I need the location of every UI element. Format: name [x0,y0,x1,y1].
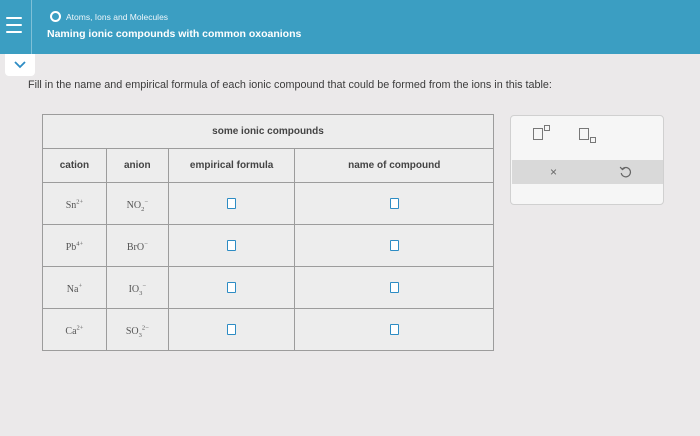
cation-charge: + [78,282,83,290]
column-header-anion: anion [105,148,169,183]
cation-charge: 4+ [76,240,84,248]
page-title: Naming ionic compounds with common oxoan… [47,28,302,40]
anion-subscript: 2 [141,205,145,213]
formula-toolbar: × [510,115,664,205]
undo-icon[interactable] [619,165,632,178]
cation-cell: Sn2+ [42,182,107,225]
cation-cell: Ca2+ [42,308,107,351]
formula-input[interactable] [227,239,237,251]
instructions-text: Fill in the name and empirical formula o… [28,79,552,91]
anion-charge: 2− [141,324,149,332]
formula-cell [167,182,296,225]
anion-cell: IO3− [105,266,169,309]
column-header-formula: empirical formula [167,148,296,183]
anion-charge: − [142,282,147,290]
anion-charge: − [144,240,148,248]
name-input[interactable] [389,323,399,335]
name-cell [294,266,494,309]
name-input[interactable] [389,239,399,251]
cation-symbol: Ca [65,325,77,337]
topic-row: Atoms, Ions and Molecules [50,11,168,22]
name-input[interactable] [389,197,399,209]
subscript-index-icon [590,137,596,143]
cation-cell: Na+ [42,266,107,309]
formula-cell [167,308,296,351]
formula-input[interactable] [227,197,237,209]
name-cell [294,308,494,351]
cation-symbol: Sn [65,199,77,211]
menu-icon[interactable] [4,14,24,36]
cation-symbol: Na [66,283,79,295]
cation-charge: 2+ [76,324,84,332]
name-cell [294,224,494,267]
anion-ion: BrO− [126,240,148,253]
cation-ion: Sn2+ [65,198,84,211]
subscript-button[interactable] [579,128,596,143]
superscript-exponent-icon [544,125,550,131]
formula-input[interactable] [227,323,237,335]
table-row: Ca2+ SO32− [42,308,494,351]
collapse-button[interactable] [5,54,35,76]
cation-cell: Pb4+ [42,224,107,267]
top-bar: Atoms, Ions and Molecules Naming ionic c… [0,0,700,54]
column-header-name: name of compound [294,148,494,183]
subscript-base-icon [579,128,589,140]
table-row: Pb4+ BrO− [42,224,494,267]
formula-cell [167,224,296,267]
anion-cell: SO32− [105,308,169,351]
anion-cell: BrO− [105,224,169,267]
superscript-button[interactable] [533,125,550,140]
superscript-base-icon [533,128,543,140]
toolbar-actions: × [512,160,663,184]
table-caption: some ionic compounds [42,114,494,149]
topic-label: Atoms, Ions and Molecules [66,11,169,22]
name-cell [294,182,494,225]
header-divider [31,0,32,54]
anion-subscript: 3 [138,331,142,339]
cation-ion: Ca2+ [65,324,84,337]
formula-cell [167,266,296,309]
anion-ion: NO2− [126,198,148,213]
anion-subscript: 3 [139,289,143,297]
anion-base: SO [125,325,139,337]
cation-ion: Pb4+ [65,240,84,253]
name-input[interactable] [389,281,399,293]
ionic-compounds-table: some ionic compounds cation anion empiri… [42,114,494,351]
anion-base: IO [128,283,140,295]
anion-charge: − [144,198,148,206]
anion-base: BrO [126,241,145,253]
column-header-cation: cation [42,148,107,183]
clear-button[interactable]: × [550,165,557,179]
anion-ion: IO3− [128,282,147,297]
formula-input[interactable] [227,281,237,293]
anion-ion: SO32− [125,324,149,339]
table-row: Na+ IO3− [42,266,494,309]
table-row: Sn2+ NO2− [42,182,494,225]
anion-base: NO [126,199,142,211]
progress-circle-icon [50,11,61,22]
cation-ion: Na+ [66,282,83,295]
chevron-down-icon [14,61,26,69]
cation-symbol: Pb [65,241,77,253]
anion-cell: NO2− [105,182,169,225]
cation-charge: 2+ [76,198,84,206]
